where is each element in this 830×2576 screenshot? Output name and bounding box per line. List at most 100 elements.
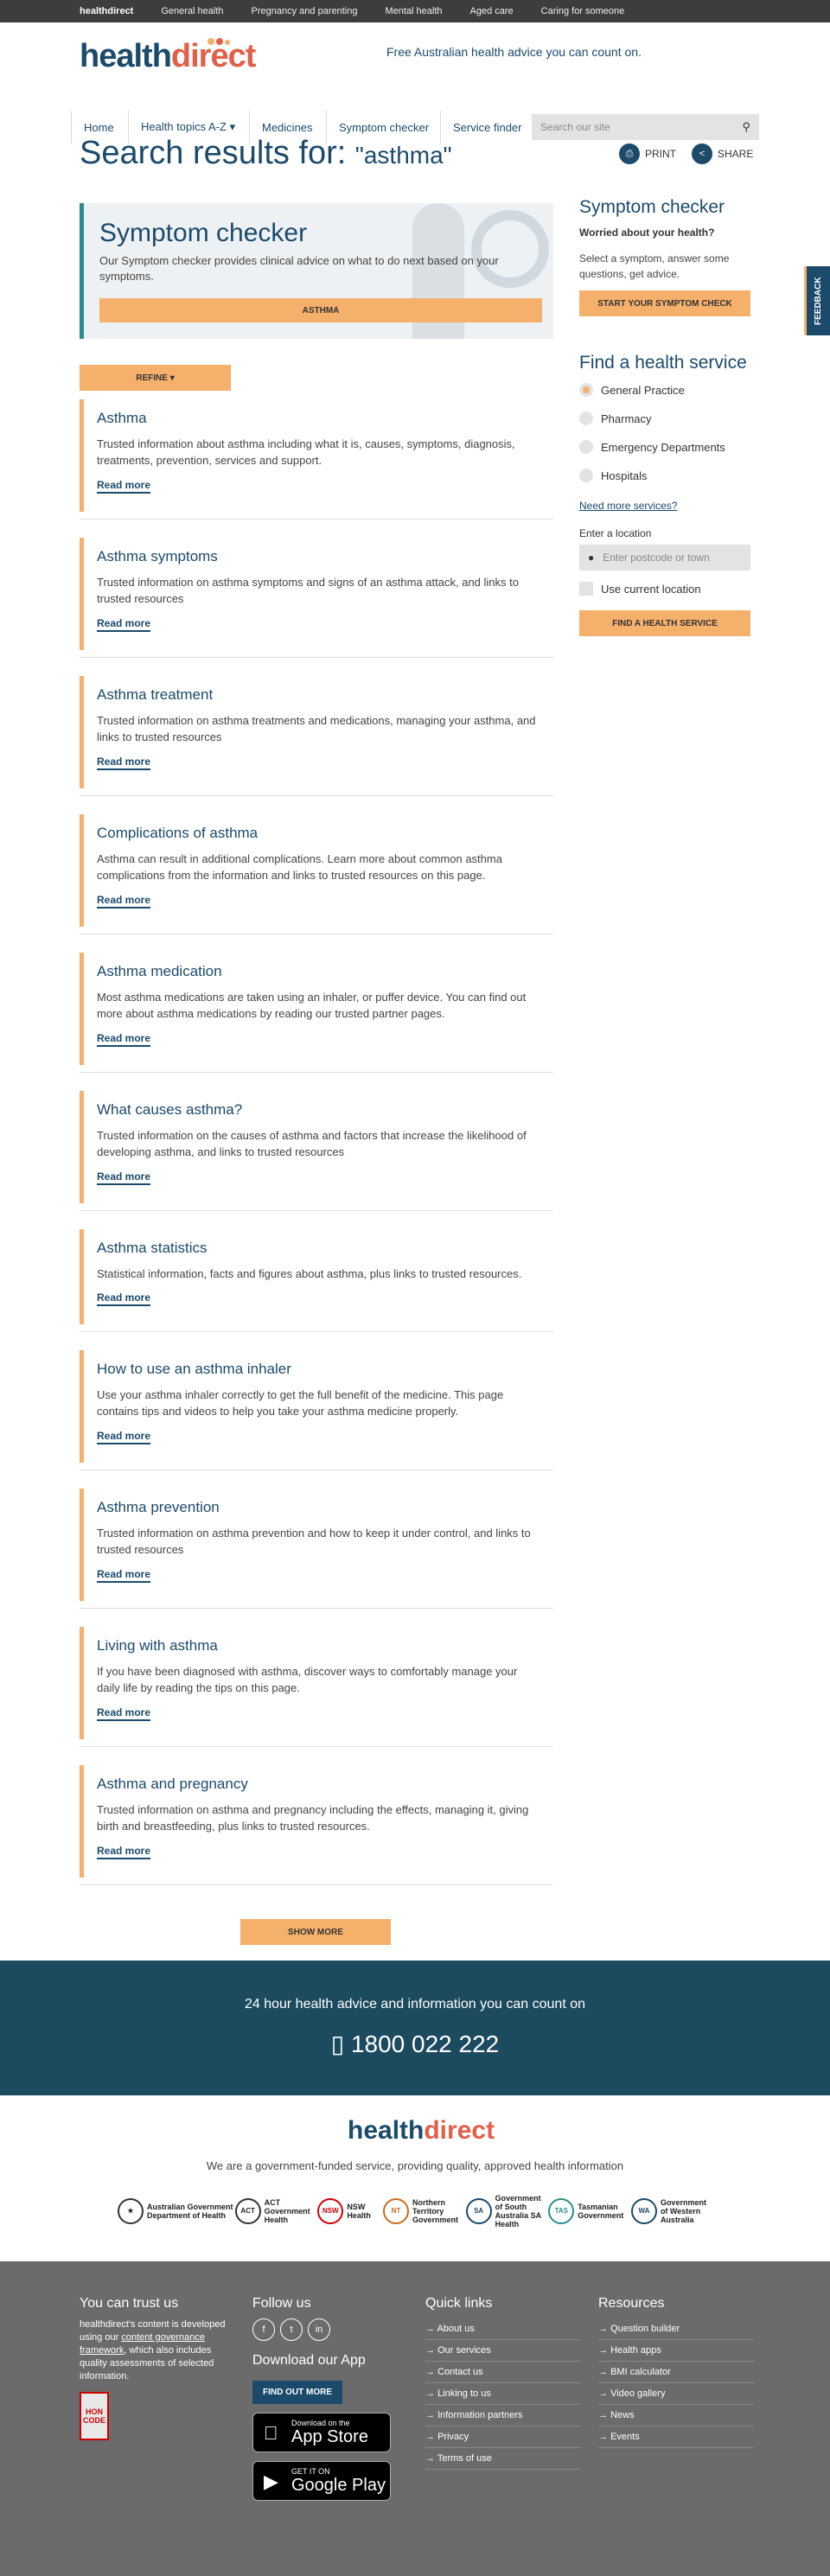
google-play-badge[interactable]: ▶ GET IT ON Google Play xyxy=(252,2461,391,2501)
app-title: Download our App xyxy=(252,2353,366,2368)
footer-link-label: Privacy xyxy=(437,2432,469,2442)
footer-link[interactable]: → Linking to us xyxy=(425,2383,581,2405)
use-current-location-checkbox[interactable]: Use current location xyxy=(579,582,701,596)
feedback-tab[interactable]: FEEDBACK xyxy=(804,266,830,335)
result-title[interactable]: What causes asthma? xyxy=(97,1101,242,1119)
arrow-icon: → xyxy=(598,2410,611,2420)
search-input[interactable]: Search our site ⚲ xyxy=(532,114,759,140)
result-description: Most asthma medications are taken using … xyxy=(97,991,527,1020)
result-description: Use your asthma inhaler correctly to get… xyxy=(97,1388,504,1418)
phone-number[interactable]: ▯ 1800 022 222 xyxy=(0,2030,830,2058)
facebook-icon[interactable]: f xyxy=(252,2318,275,2341)
appstore-big-text: App Store xyxy=(291,2426,368,2446)
read-more-link[interactable]: Read more xyxy=(97,1170,151,1185)
asthma-symptom-button[interactable]: ASTHMA xyxy=(99,298,542,322)
footer-link[interactable]: → Information partners xyxy=(425,2405,581,2426)
result-divider xyxy=(80,1746,553,1747)
print-button[interactable]: ⎙ PRINT xyxy=(619,143,676,164)
footer-link[interactable]: → News xyxy=(598,2405,754,2426)
footer-quick-links: Quick links → About us → Our services → Co… xyxy=(425,2296,581,2470)
topbar-logo[interactable]: healthdirect xyxy=(80,6,133,16)
result-title[interactable]: Living with asthma xyxy=(97,1637,218,1655)
read-more-link[interactable]: Read more xyxy=(97,756,151,770)
topbar-item-caring[interactable]: Caring for someone xyxy=(541,6,625,16)
result-title[interactable]: Complications of asthma xyxy=(97,825,258,842)
radio-pharmacy[interactable]: Pharmacy xyxy=(579,411,652,425)
footer-link[interactable]: → About us xyxy=(425,2318,581,2340)
sa-icon: SA xyxy=(465,2198,492,2224)
radio-hospitals[interactable]: Hospitals xyxy=(579,469,647,482)
start-symptom-check-button[interactable]: START YOUR SYMPTOM CHECK xyxy=(579,290,750,316)
result-description: If you have been diagnosed with asthma, … xyxy=(97,1665,518,1694)
read-more-link[interactable]: Read more xyxy=(97,1032,151,1047)
read-more-link[interactable]: Read more xyxy=(97,894,151,909)
read-more-link[interactable]: Read more xyxy=(97,1845,151,1859)
appstore-small-text: Download on the xyxy=(291,2418,350,2427)
footer-link[interactable]: → Privacy xyxy=(425,2426,581,2448)
share-label: SHARE xyxy=(718,148,754,160)
logo-text: Government of Western Australia xyxy=(660,2198,706,2224)
result-title[interactable]: Asthma prevention xyxy=(97,1499,220,1516)
trust-title: You can trust us xyxy=(80,2296,179,2311)
find-out-more-button[interactable]: FIND OUT MORE xyxy=(252,2381,342,2404)
read-more-link[interactable]: Read more xyxy=(97,1568,151,1583)
radio-emergency[interactable]: Emergency Departments xyxy=(579,440,725,454)
twitter-icon[interactable]: t xyxy=(280,2318,303,2341)
read-more-link[interactable]: Read more xyxy=(97,479,151,494)
result-title[interactable]: Asthma and pregnancy xyxy=(97,1776,248,1793)
location-input[interactable]: ● Enter postcode or town xyxy=(579,545,750,571)
read-more-link[interactable]: Read more xyxy=(97,1430,151,1444)
result-item: What causes asthma? Trusted information o… xyxy=(80,1091,553,1203)
result-title[interactable]: Asthma xyxy=(97,410,147,427)
show-more-button[interactable]: SHOW MORE xyxy=(240,1919,391,1945)
footer-link-label: About us xyxy=(437,2324,475,2334)
footer-logo[interactable]: healthdirect xyxy=(348,2116,495,2146)
logo-text: NSW Health xyxy=(347,2203,371,2220)
result-title[interactable]: Asthma treatment xyxy=(97,686,213,704)
sidebar-symptom-checker: Symptom checker Worried about your healt… xyxy=(579,197,750,316)
result-divider xyxy=(80,519,553,520)
app-store-badge[interactable]:  Download on theApp Store xyxy=(252,2413,391,2452)
result-title[interactable]: Asthma symptoms xyxy=(97,548,218,565)
result-title[interactable]: Asthma medication xyxy=(97,963,222,980)
logo-nsw-health: NSW NSW Health xyxy=(317,2198,381,2224)
topbar-item-general-health[interactable]: General health xyxy=(161,6,223,16)
footer-link[interactable]: → Video gallery xyxy=(598,2383,754,2405)
symptom-checker-title: Symptom checker xyxy=(99,219,308,247)
checkbox-box xyxy=(579,582,593,596)
act-seal-icon: ACT xyxy=(234,2198,261,2224)
footer-link[interactable]: → Question builder xyxy=(598,2318,754,2340)
search-icon[interactable]: ⚲ xyxy=(742,120,750,134)
footer-link[interactable]: → Our services xyxy=(425,2340,581,2362)
topbar-item-pregnancy[interactable]: Pregnancy and parenting xyxy=(252,6,358,16)
refine-button[interactable]: REFINE ▾ xyxy=(80,365,231,391)
location-placeholder: Enter postcode or town xyxy=(603,552,710,564)
read-more-link[interactable]: Read more xyxy=(97,1706,151,1721)
result-title[interactable]: Asthma statistics xyxy=(97,1240,208,1257)
footer-link[interactable]: → Terms of use xyxy=(425,2448,581,2470)
footer-link[interactable]: → Contact us xyxy=(425,2362,581,2383)
footer-link[interactable]: → BMI calculator xyxy=(598,2362,754,2383)
result-title[interactable]: How to use an asthma inhaler xyxy=(97,1361,291,1378)
nav-service-finder[interactable]: Service finder xyxy=(440,111,533,143)
topbar-item-aged-care[interactable]: Aged care xyxy=(470,6,514,16)
radio-general-practice[interactable]: General Practice xyxy=(579,383,685,397)
read-more-link[interactable]: Read more xyxy=(97,617,151,632)
find-health-service-button[interactable]: FIND A HEALTH SERVICE xyxy=(579,610,750,636)
checkbox-label: Use current location xyxy=(601,582,701,596)
footer-link-label: Question builder xyxy=(610,2324,680,2334)
footer-link[interactable]: → Health apps xyxy=(598,2340,754,2362)
logo-text: Northern Territory Government xyxy=(412,2198,458,2224)
search-query: "asthma" xyxy=(354,142,452,169)
linkedin-icon[interactable]: in xyxy=(308,2318,330,2341)
read-more-link[interactable]: Read more xyxy=(97,1291,151,1306)
hon-code-badge[interactable]: HON CODE xyxy=(80,2392,109,2440)
crest-icon: ★ xyxy=(118,2198,144,2224)
resources-title: Resources xyxy=(598,2296,665,2311)
find-service-title: Find a health service xyxy=(579,353,747,373)
radio-indicator xyxy=(579,469,593,482)
need-more-services-link[interactable]: Need more services? xyxy=(579,500,677,512)
share-button[interactable]: < SHARE xyxy=(692,143,753,164)
footer-link[interactable]: → Events xyxy=(598,2426,754,2448)
topbar-item-mental-health[interactable]: Mental health xyxy=(385,6,442,16)
